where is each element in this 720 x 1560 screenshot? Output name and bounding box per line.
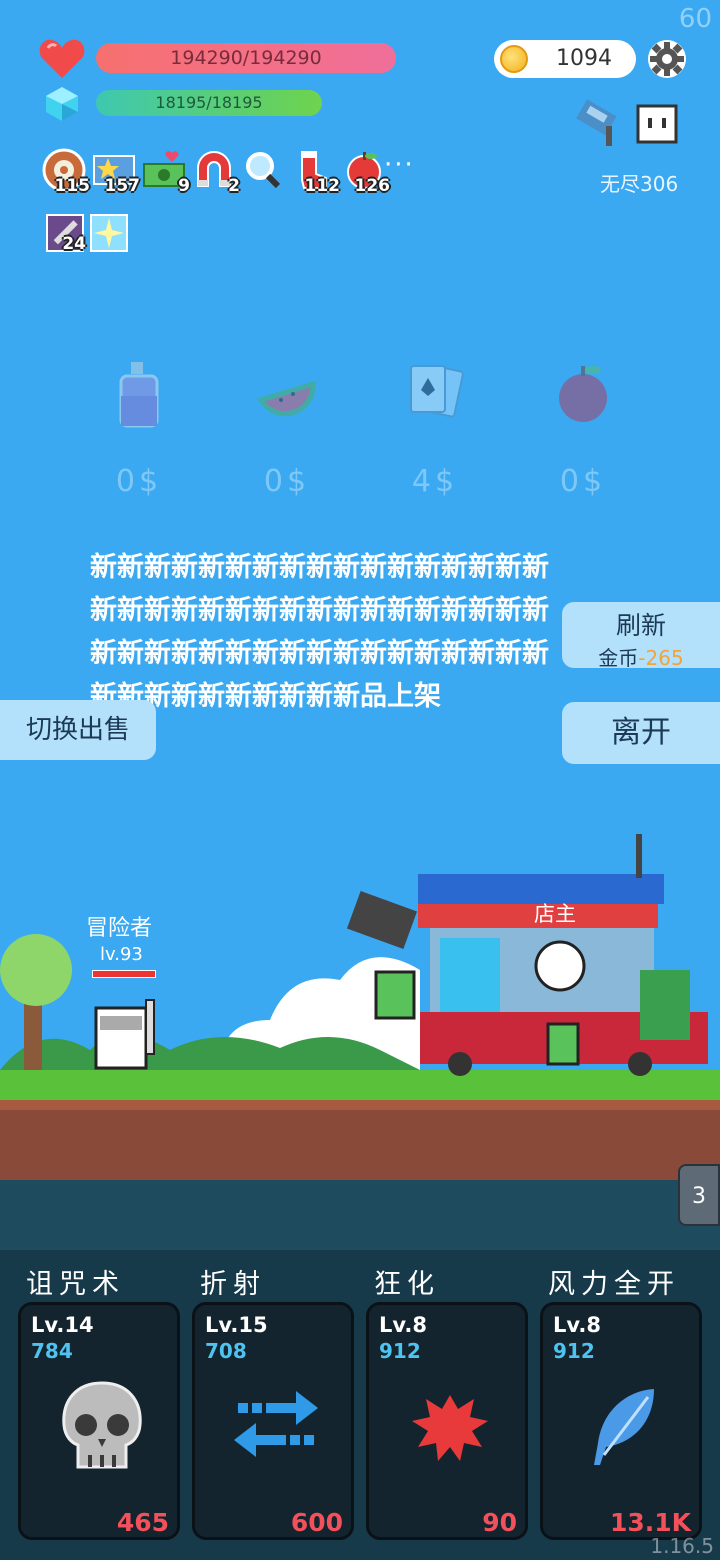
adventurer-level: lv.93 (100, 944, 143, 965)
mp-bar: 18195/18195 (96, 90, 322, 116)
buff-apple[interactable]: 126 (342, 148, 390, 196)
heart-icon (39, 39, 85, 78)
buff-sparkle[interactable] (90, 214, 128, 252)
hp-bar: 194290/194290 (96, 43, 396, 73)
buff-magnet[interactable]: 2 (192, 148, 240, 196)
skill-card-curse[interactable]: Lv.14 784 465 (18, 1302, 180, 1540)
watermelon-icon (257, 380, 316, 417)
ghost-icon[interactable] (632, 98, 682, 148)
feather-icon (594, 1389, 654, 1465)
crystal-icon (46, 87, 78, 121)
fps-counter: 60 (678, 4, 712, 34)
apple-icon (559, 366, 607, 422)
skill-name-wind: 风力全开 (548, 1269, 680, 1300)
adventurer-hp-bar (92, 970, 156, 978)
leave-button[interactable]: 离开 (562, 702, 720, 764)
gear-icon[interactable] (646, 38, 688, 80)
shop-item-watermelon[interactable]: 0$ (242, 360, 332, 499)
coin-icon (500, 45, 528, 73)
skill-card-berserk[interactable]: Lv.8 912 90 (366, 1302, 528, 1540)
coin-counter: 1094 (494, 40, 636, 78)
skill-name-berserk: 狂化 (374, 1269, 440, 1300)
shop-item-cards[interactable]: 4$ (390, 360, 480, 499)
coin-value: 1094 (556, 46, 612, 71)
flag-icon[interactable] (576, 96, 628, 148)
refresh-button[interactable]: 刷新 金币-265 (562, 602, 720, 670)
adventurer-name: 冒险者 (86, 916, 153, 941)
buff-cash-heart[interactable]: 9 (142, 148, 190, 196)
arrows-icon (234, 1391, 318, 1457)
page-tab[interactable]: 3 (678, 1164, 720, 1226)
buff-row-2: 24 (46, 214, 128, 254)
buff-sword[interactable]: 24 (46, 214, 86, 254)
shopkeeper-label: 店主 (534, 902, 576, 926)
splash-icon (412, 1395, 488, 1461)
skull-icon (62, 1381, 142, 1469)
skill-card-refract[interactable]: Lv.15 708 600 (192, 1302, 354, 1540)
more-buffs-button[interactable]: ··· (384, 150, 415, 180)
magnifier-icon (246, 152, 281, 189)
skill-name-refract: 折射 (200, 1269, 266, 1300)
buff-target[interactable]: 115 (42, 148, 90, 196)
sparkle-icon (90, 214, 128, 252)
skill-name-curse: 诅咒术 (26, 1269, 125, 1300)
buff-magnifier[interactable] (242, 148, 288, 194)
game-scene (0, 834, 720, 1180)
shop-notice: 新新新新新新新新新新新新新新新新新新新新新新新新新新新新新新新新新新新新新新新新… (90, 552, 549, 712)
skill-card-wind[interactable]: Lv.8 912 13.1K (540, 1302, 702, 1540)
water-strip (0, 1180, 720, 1250)
cards-icon (410, 364, 464, 418)
shop-item-apple[interactable]: 0$ (538, 360, 628, 499)
switch-sell-button[interactable]: 切换出售 (0, 700, 156, 760)
buff-sock[interactable]: 112 (292, 148, 340, 196)
version-label: 1.16.5 (650, 1534, 714, 1558)
shop-item-bottle[interactable]: 0$ (94, 360, 184, 499)
endless-mode-label: 无尽306 (600, 172, 679, 196)
buff-star-card[interactable]: 157 (92, 148, 140, 196)
bottle-icon (119, 362, 159, 428)
buff-row: 115 157 9 2 112 126 (42, 148, 390, 196)
